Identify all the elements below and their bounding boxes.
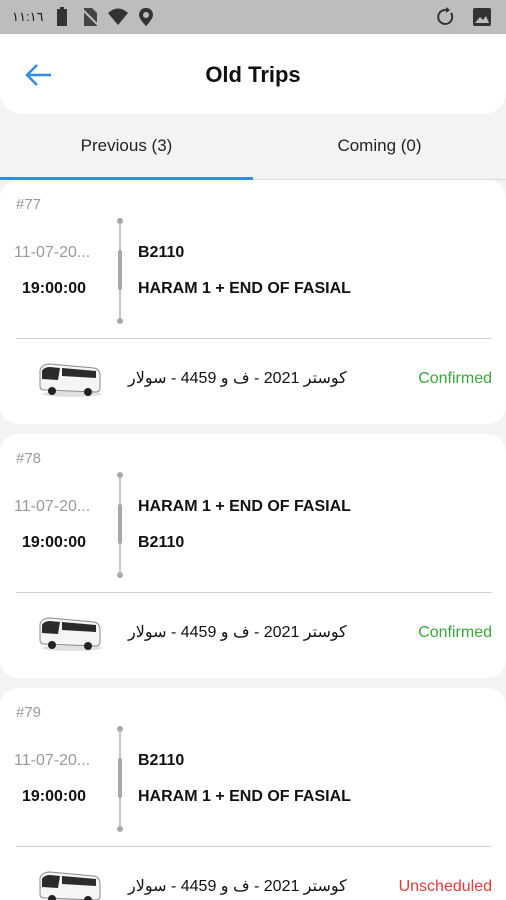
bus-icon	[39, 363, 102, 397]
battery-icon	[57, 7, 67, 26]
trip-origin: HARAM 1 + END OF FASIAL	[138, 498, 351, 515]
trip-origin: B2110	[138, 752, 185, 769]
tab-coming[interactable]: Coming (0)	[253, 122, 506, 180]
card-divider	[16, 592, 492, 593]
trip-number: #79	[16, 704, 42, 721]
sync-icon	[437, 7, 454, 25]
trip-number: #78	[16, 450, 42, 467]
status-time: ١١:١٦	[12, 9, 44, 24]
page-title: Old Trips	[205, 62, 301, 87]
trip-destination: HARAM 1 + END OF FASIAL	[138, 280, 351, 297]
route-timeline	[116, 726, 124, 832]
trip-card[interactable]: #78 11-07-20... 19:00:00 HARAM 1 + END O…	[0, 434, 506, 678]
trip-date: 11-07-20...	[14, 244, 91, 261]
bus-icon	[39, 617, 102, 651]
trip-date: 11-07-20...	[14, 752, 91, 769]
tab-bar: Previous (3) Coming (0)	[0, 122, 506, 180]
trip-status: Confirmed	[418, 624, 492, 641]
trip-status: Unscheduled	[398, 878, 492, 895]
card-divider	[16, 338, 492, 339]
location-icon	[139, 8, 153, 26]
trip-card[interactable]: #77 11-07-20... 19:00:00 B2110 HARAM 1 +…	[0, 180, 506, 424]
route-timeline	[116, 218, 124, 324]
card-divider	[16, 846, 492, 847]
trip-card[interactable]: #79 11-07-20... 19:00:00 B2110 HARAM 1 +…	[0, 688, 506, 900]
status-icons-right	[436, 7, 492, 27]
route-timeline	[116, 472, 124, 578]
trip-origin: B2110	[138, 244, 185, 261]
image-icon	[473, 8, 491, 26]
trip-number: #77	[16, 196, 42, 213]
app-bar: Old Trips	[0, 34, 506, 114]
trip-status: Confirmed	[418, 370, 492, 387]
vehicle-info: كوستر 2021 - ف و 4459 - سولار	[128, 878, 347, 895]
tab-previous[interactable]: Previous (3)	[0, 122, 253, 180]
status-icons-left	[52, 7, 156, 27]
trip-time: 19:00:00	[22, 534, 87, 551]
bus-icon	[39, 871, 101, 900]
wifi-icon	[108, 8, 128, 25]
vehicle-info: كوستر 2021 - ف و 4459 - سولار	[128, 624, 347, 641]
trip-time: 19:00:00	[22, 280, 87, 297]
status-bar: ١١:١٦	[0, 0, 506, 34]
trip-date: 11-07-20...	[14, 498, 91, 515]
vehicle-info: كوستر 2021 - ف و 4459 - سولار	[128, 370, 347, 387]
trip-time: 19:00:00	[22, 788, 87, 805]
no-sim-icon	[81, 8, 100, 27]
trip-destination: B2110	[138, 534, 185, 551]
trip-destination: HARAM 1 + END OF FASIAL	[138, 788, 351, 805]
